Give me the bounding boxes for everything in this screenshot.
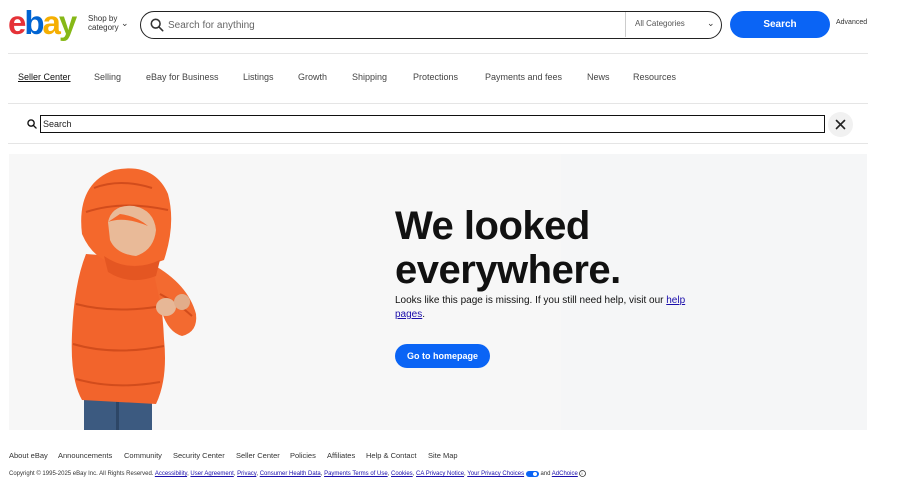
- legal-link-privacy[interactable]: Privacy: [237, 471, 256, 477]
- go-to-homepage-button[interactable]: Go to homepage: [395, 344, 490, 368]
- and-text: and: [540, 471, 551, 478]
- nav-item-protections[interactable]: Protections: [413, 72, 458, 82]
- main-search-bar: All Categories ⌄: [140, 11, 722, 39]
- footer-link-site-map[interactable]: Site Map: [428, 451, 458, 460]
- footer-link-policies[interactable]: Policies: [290, 451, 316, 460]
- copyright-text: Copyright © 1995-2025 eBay Inc. All Righ…: [9, 471, 154, 478]
- chevron-down-icon: ⌄: [707, 18, 715, 28]
- footer-link-affiliates[interactable]: Affiliates: [327, 451, 355, 460]
- legal-link-payments-terms[interactable]: Payments Terms of Use: [324, 471, 388, 477]
- footer-link-help-contact[interactable]: Help & Contact: [366, 451, 416, 460]
- logo-letter-y: y: [58, 4, 77, 41]
- seller-center-search-input[interactable]: [40, 115, 825, 133]
- hero-background-panel: [561, 154, 867, 430]
- legal-link-ca-privacy-notice[interactable]: CA Privacy Notice: [416, 471, 464, 477]
- not-found-heading: We looked everywhere.: [395, 204, 621, 292]
- nav-item-resources[interactable]: Resources: [633, 72, 676, 82]
- divider: [8, 103, 868, 104]
- legal-link-cookies[interactable]: Cookies: [391, 471, 413, 477]
- nav-item-shipping[interactable]: Shipping: [352, 72, 387, 82]
- not-found-hero: We looked everywhere. Looks like this pa…: [9, 154, 867, 430]
- close-icon: [835, 119, 846, 130]
- heading-line-1: We looked: [395, 204, 590, 248]
- nav-item-seller-center[interactable]: Seller Center: [18, 72, 71, 82]
- footer-link-community[interactable]: Community: [124, 451, 162, 460]
- category-select[interactable]: All Categories: [635, 19, 685, 28]
- logo-letter-e: e: [8, 4, 26, 41]
- search-icon: [27, 119, 37, 129]
- clear-search-button[interactable]: [828, 112, 853, 137]
- footer-link-about-ebay[interactable]: About eBay: [9, 451, 48, 460]
- nav-item-listings[interactable]: Listings: [243, 72, 274, 82]
- footer-link-announcements[interactable]: Announcements: [58, 451, 112, 460]
- nav-item-payments-and-fees[interactable]: Payments and fees: [485, 72, 562, 82]
- search-button[interactable]: Search: [730, 11, 830, 38]
- footer-link-seller-center[interactable]: Seller Center: [236, 451, 280, 460]
- copyright-line: Copyright © 1995-2025 eBay Inc. All Righ…: [9, 470, 587, 478]
- advanced-search-link[interactable]: Advanced: [836, 19, 867, 26]
- message-period: .: [422, 309, 426, 320]
- legal-link-consumer-health-data[interactable]: Consumer Health Data: [260, 471, 321, 477]
- divider: [8, 143, 868, 144]
- search-icon: [150, 18, 164, 32]
- nav-item-ebay-for-business[interactable]: eBay for Business: [146, 72, 219, 82]
- child-in-orange-jacket-image: [71, 168, 197, 430]
- chevron-down-icon: ⌄: [121, 18, 129, 28]
- legal-link-your-privacy-choices[interactable]: Your Privacy Choices: [467, 471, 524, 477]
- main-search-input[interactable]: [168, 16, 608, 34]
- legal-link-accessibility[interactable]: Accessibility: [155, 471, 187, 477]
- privacy-choices-icon: [525, 470, 539, 477]
- not-found-message: Looks like this page is missing. If you …: [395, 294, 695, 322]
- heading-line-2: everywhere.: [395, 248, 621, 292]
- ebay-logo[interactable]: ebay: [8, 4, 77, 41]
- adchoice-icon: i: [579, 470, 587, 477]
- logo-letter-a: a: [42, 4, 61, 41]
- nav-item-news[interactable]: News: [587, 72, 610, 82]
- divider: [625, 12, 626, 37]
- svg-text:i: i: [582, 471, 583, 476]
- logo-letter-b: b: [24, 4, 44, 41]
- shop-by-category-button[interactable]: Shop by category: [88, 14, 122, 32]
- message-text: Looks like this page is missing. If you …: [395, 295, 667, 306]
- footer-link-security-center[interactable]: Security Center: [173, 451, 225, 460]
- nav-item-growth[interactable]: Growth: [298, 72, 327, 82]
- legal-link-user-agreement[interactable]: User Agreement: [190, 471, 233, 477]
- header: ebay Shop by category ⌄ All Categories ⌄…: [0, 0, 900, 48]
- legal-link-adchoice[interactable]: AdChoice: [552, 471, 578, 477]
- nav-item-selling[interactable]: Selling: [94, 72, 121, 82]
- divider: [8, 53, 868, 54]
